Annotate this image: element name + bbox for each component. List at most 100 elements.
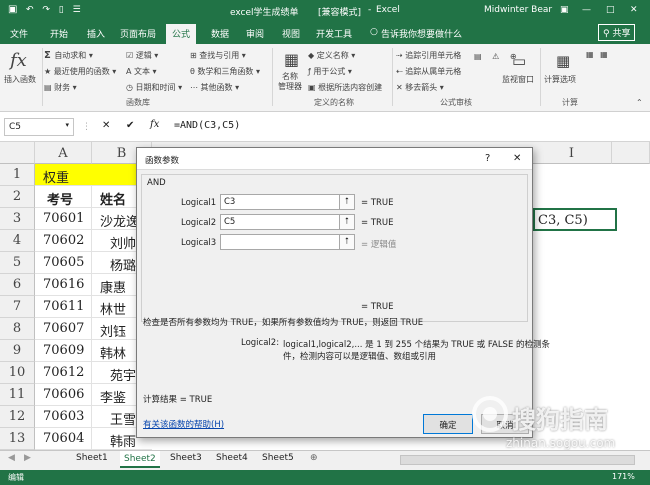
tab-insert[interactable]: 插入 — [87, 27, 105, 40]
define-name-button[interactable]: ◆ 定义名称 ▾ — [308, 50, 355, 61]
tab-data[interactable]: 数据 — [211, 27, 229, 40]
text-button[interactable]: A 文本 ▾ — [126, 66, 157, 77]
tab-developer[interactable]: 开发工具 — [316, 27, 352, 40]
insert-function-button[interactable]: 插入函数 — [4, 74, 36, 85]
cell-a[interactable]: 70607 — [35, 318, 92, 340]
arg-input-logical1[interactable]: C3 — [220, 194, 342, 210]
column-header-j[interactable] — [612, 142, 650, 164]
scroll-left-icon[interactable]: ◀ — [8, 453, 15, 463]
name-manager-button[interactable]: 名称 管理器 — [278, 72, 302, 92]
lookup-button[interactable]: ⊞ 查找与引用 ▾ — [190, 50, 246, 61]
select-all-corner[interactable] — [0, 142, 35, 164]
autosum-button[interactable]: Σ 自动求和 ▾ — [44, 50, 93, 61]
name-box[interactable]: C5 ▾ — [4, 118, 74, 136]
quick-access-toolbar[interactable]: ↶ ↷ ▯ ☰ — [26, 5, 84, 15]
watch-window-button[interactable]: 监视窗口 — [502, 74, 534, 85]
excel-logo-icon: ▣ — [8, 4, 18, 15]
dialog-close-button[interactable]: ✕ — [513, 153, 521, 164]
column-header-i[interactable]: I — [532, 142, 612, 164]
cancel-edit-button[interactable]: ✕ — [102, 120, 110, 131]
row-header[interactable]: 8 — [0, 318, 35, 340]
create-from-selection-button[interactable]: ▣ 根据所选内容创建 — [308, 82, 382, 93]
row-header[interactable]: 9 — [0, 340, 35, 362]
sheet-tab-sheet3[interactable]: Sheet3 — [170, 453, 202, 463]
collapse-dialog-icon[interactable]: ⭡ — [339, 194, 355, 210]
financial-button[interactable]: ▤ 财务 ▾ — [44, 82, 77, 93]
cell-a[interactable]: 70611 — [35, 296, 92, 318]
column-header-a[interactable]: A — [35, 142, 92, 164]
overall-result: = TRUE — [361, 302, 394, 312]
restore-button[interactable]: □ — [606, 5, 615, 15]
row-header[interactable]: 12 — [0, 406, 35, 428]
cell-a[interactable]: 70616 — [35, 274, 92, 296]
dialog-title: 函数参数 — [145, 156, 180, 166]
add-sheet-icon[interactable]: ⊕ — [310, 453, 318, 463]
trace-dependents-button[interactable]: ⇠ 追踪从属单元格 — [396, 66, 461, 77]
sheet-tab-sheet4[interactable]: Sheet4 — [216, 453, 248, 463]
more-functions-button[interactable]: ⋯ 其他函数 ▾ — [190, 82, 239, 93]
scroll-right-icon[interactable]: ▶ — [24, 453, 31, 463]
use-in-formula-button[interactable]: ƒ 用于公式 ▾ — [308, 66, 352, 77]
tab-file[interactable]: 文件 — [10, 27, 28, 40]
tab-formulas[interactable]: 公式 — [166, 24, 197, 44]
active-cell-edit-preview[interactable]: C3, C5) — [533, 208, 617, 231]
confirm-edit-button[interactable]: ✔ — [126, 120, 134, 131]
collapse-dialog-icon[interactable]: ⭡ — [339, 234, 355, 250]
row-header[interactable]: 6 — [0, 274, 35, 296]
minimize-button[interactable]: — — [582, 5, 591, 15]
sheet-tab-sheet1[interactable]: Sheet1 — [76, 453, 108, 463]
ribbon-formulas: fx 插入函数 Σ 自动求和 ▾ ★ 最近使用的函数 ▾ ▤ 财务 ▾ ☑ 逻辑… — [0, 44, 650, 112]
calc-options-button[interactable]: 计算选项 — [544, 74, 576, 85]
row-header[interactable]: 11 — [0, 384, 35, 406]
insert-function-fx-button[interactable]: fx — [150, 119, 159, 130]
cell-a[interactable]: 考号 — [35, 186, 92, 208]
logical-button[interactable]: ☑ 逻辑 ▾ — [126, 50, 158, 61]
row-header[interactable]: 3 — [0, 208, 35, 230]
close-button[interactable]: ✕ — [630, 5, 638, 15]
arg-help-label: Logical2: — [241, 338, 280, 348]
cell-a[interactable]: 70612 — [35, 362, 92, 384]
trace-precedents-button[interactable]: ⇢ 追踪引用单元格 — [396, 50, 461, 61]
cell-a[interactable]: 70602 — [35, 230, 92, 252]
cell-a[interactable]: 权重 — [35, 164, 152, 186]
arg-input-logical3[interactable] — [220, 234, 342, 250]
tab-review[interactable]: 审阅 — [246, 27, 264, 40]
cell-a[interactable]: 70601 — [35, 208, 92, 230]
tell-me-search[interactable]: 告诉我你想要做什么 — [381, 27, 462, 40]
row-header[interactable]: 7 — [0, 296, 35, 318]
zoom-level[interactable]: 171% — [612, 472, 635, 481]
recent-functions-button[interactable]: ★ 最近使用的函数 ▾ — [44, 66, 116, 77]
collapse-dialog-icon[interactable]: ⭡ — [339, 214, 355, 230]
tab-view[interactable]: 视图 — [282, 27, 300, 40]
datetime-button[interactable]: ◷ 日期和时间 ▾ — [126, 82, 182, 93]
ribbon-display-icon[interactable]: ▣ — [560, 5, 569, 15]
help-link[interactable]: 有关该函数的帮助(H) — [143, 418, 224, 430]
calc-now-icons[interactable]: ▦ ▦ — [586, 50, 610, 59]
cell-a[interactable]: 70609 — [35, 340, 92, 362]
cell-a[interactable]: 70605 — [35, 252, 92, 274]
row-header[interactable]: 1 — [0, 164, 35, 186]
cell-a[interactable]: 70604 — [35, 428, 92, 450]
horizontal-scrollbar[interactable] — [400, 455, 635, 465]
dialog-title-bar[interactable]: 函数参数 ? ✕ — [137, 148, 532, 170]
help-button[interactable]: ? — [485, 153, 490, 164]
formula-text[interactable]: =AND(C3,C5) — [174, 120, 240, 131]
row-header[interactable]: 13 — [0, 428, 35, 450]
cell-a[interactable]: 70606 — [35, 384, 92, 406]
remove-arrows-button[interactable]: ✕ 移去箭头 ▾ — [396, 82, 444, 93]
tab-home[interactable]: 开始 — [50, 27, 68, 40]
sheet-tab-sheet2[interactable]: Sheet2 — [120, 451, 160, 468]
row-header[interactable]: 5 — [0, 252, 35, 274]
arg-input-logical2[interactable]: C5 — [220, 214, 342, 230]
row-header[interactable]: 10 — [0, 362, 35, 384]
math-button[interactable]: θ 数学和三角函数 ▾ — [190, 66, 260, 77]
cell-a[interactable]: 70603 — [35, 406, 92, 428]
row-header[interactable]: 2 — [0, 186, 35, 208]
sheet-tab-sheet5[interactable]: Sheet5 — [262, 453, 294, 463]
lookup-icon: ⊞ — [190, 51, 200, 60]
ok-button[interactable]: 确定 — [423, 414, 473, 434]
collapse-ribbon-icon[interactable]: ⌃ — [636, 98, 643, 107]
row-header[interactable]: 4 — [0, 230, 35, 252]
share-button[interactable]: ⚲ 共享 — [598, 24, 636, 41]
tab-page-layout[interactable]: 页面布局 — [120, 27, 156, 40]
